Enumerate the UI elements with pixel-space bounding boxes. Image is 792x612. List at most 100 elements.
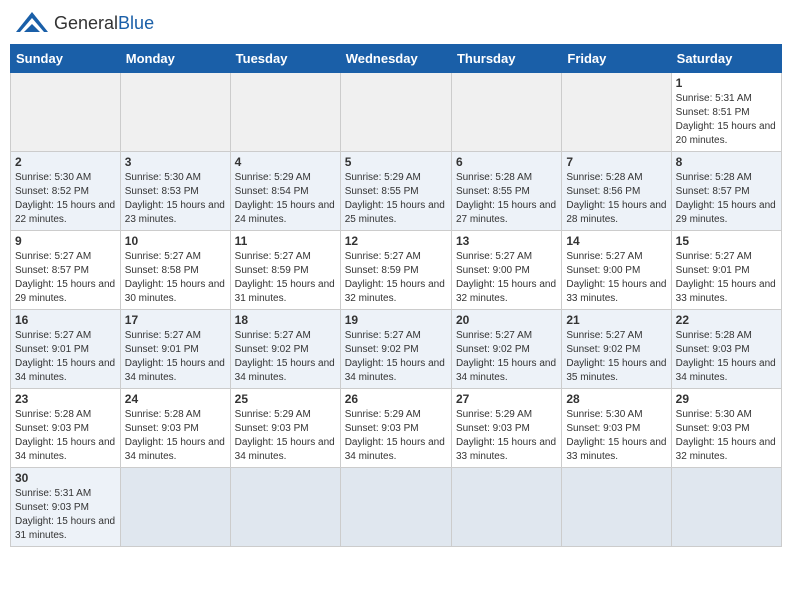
day-info: Sunrise: 5:30 AM Sunset: 9:03 PM Dayligh… <box>676 408 777 464</box>
day-number: 30 <box>15 471 116 485</box>
day-number: 12 <box>345 234 447 248</box>
calendar-cell: 20 Sunrise: 5:27 AM Sunset: 9:02 PM Dayli… <box>451 310 561 389</box>
day-number: 28 <box>566 392 666 406</box>
day-number: 22 <box>676 313 777 327</box>
day-number: 7 <box>566 155 666 169</box>
calendar-cell: 14 Sunrise: 5:27 AM Sunset: 9:00 PM Dayli… <box>562 231 671 310</box>
day-number: 17 <box>125 313 226 327</box>
day-info: Sunrise: 5:28 AM Sunset: 8:55 PM Dayligh… <box>456 171 557 227</box>
calendar-cell: 11 Sunrise: 5:27 AM Sunset: 8:59 PM Dayli… <box>230 231 340 310</box>
day-info: Sunrise: 5:27 AM Sunset: 8:59 PM Dayligh… <box>345 250 447 306</box>
calendar-cell: 8 Sunrise: 5:28 AM Sunset: 8:57 PM Daylig… <box>671 152 781 231</box>
day-info: Sunrise: 5:27 AM Sunset: 8:59 PM Dayligh… <box>235 250 336 306</box>
calendar-cell: 16 Sunrise: 5:27 AM Sunset: 9:01 PM Dayli… <box>11 310 121 389</box>
col-header-thursday: Thursday <box>451 45 561 73</box>
day-number: 9 <box>15 234 116 248</box>
calendar-week-row: 2Sunrise: 5:30 AM Sunset: 8:52 PM Daylig… <box>11 152 782 231</box>
day-info: Sunrise: 5:28 AM Sunset: 8:57 PM Dayligh… <box>676 171 777 227</box>
day-number: 2 <box>15 155 116 169</box>
calendar-cell <box>340 73 451 152</box>
day-number: 14 <box>566 234 666 248</box>
col-header-wednesday: Wednesday <box>340 45 451 73</box>
day-info: Sunrise: 5:27 AM Sunset: 9:01 PM Dayligh… <box>15 329 116 385</box>
day-info: Sunrise: 5:27 AM Sunset: 9:02 PM Dayligh… <box>456 329 557 385</box>
calendar-week-row: 16 Sunrise: 5:27 AM Sunset: 9:01 PM Dayli… <box>11 310 782 389</box>
day-info: Sunrise: 5:27 AM Sunset: 9:02 PM Dayligh… <box>345 329 447 385</box>
day-number: 8 <box>676 155 777 169</box>
calendar-cell: 13Sunrise: 5:27 AM Sunset: 9:00 PM Dayli… <box>451 231 561 310</box>
calendar-cell: 22Sunrise: 5:28 AM Sunset: 9:03 PM Dayli… <box>671 310 781 389</box>
calendar-cell: 2Sunrise: 5:30 AM Sunset: 8:52 PM Daylig… <box>11 152 121 231</box>
calendar-cell: 17 Sunrise: 5:27 AM Sunset: 9:01 PM Dayli… <box>120 310 230 389</box>
day-info: Sunrise: 5:27 AM Sunset: 9:01 PM Dayligh… <box>125 329 226 385</box>
day-number: 10 <box>125 234 226 248</box>
calendar-cell <box>451 73 561 152</box>
calendar-cell: 18 Sunrise: 5:27 AM Sunset: 9:02 PM Dayli… <box>230 310 340 389</box>
calendar-cell: 4Sunrise: 5:29 AM Sunset: 8:54 PM Daylig… <box>230 152 340 231</box>
calendar-cell: 24 Sunrise: 5:28 AM Sunset: 9:03 PM Dayli… <box>120 389 230 468</box>
day-info: Sunrise: 5:27 AM Sunset: 9:00 PM Dayligh… <box>566 250 666 306</box>
day-number: 1 <box>676 76 777 90</box>
calendar-week-row: 23 Sunrise: 5:28 AM Sunset: 9:03 PM Dayli… <box>11 389 782 468</box>
day-number: 29 <box>676 392 777 406</box>
day-number: 16 <box>15 313 116 327</box>
calendar-cell <box>562 468 671 547</box>
day-number: 11 <box>235 234 336 248</box>
calendar-cell: 23 Sunrise: 5:28 AM Sunset: 9:03 PM Dayli… <box>11 389 121 468</box>
logo: GeneralBlue <box>14 10 154 38</box>
calendar-cell: 25Sunrise: 5:29 AM Sunset: 9:03 PM Dayli… <box>230 389 340 468</box>
calendar-cell: 10 Sunrise: 5:27 AM Sunset: 8:58 PM Dayli… <box>120 231 230 310</box>
calendar-week-row: 1 Sunrise: 5:31 AM Sunset: 8:51 PM Daylig… <box>11 73 782 152</box>
day-number: 24 <box>125 392 226 406</box>
calendar-cell <box>340 468 451 547</box>
calendar-cell: 6 Sunrise: 5:28 AM Sunset: 8:55 PM Daylig… <box>451 152 561 231</box>
calendar-cell: 7Sunrise: 5:28 AM Sunset: 8:56 PM Daylig… <box>562 152 671 231</box>
day-info: Sunrise: 5:27 AM Sunset: 8:58 PM Dayligh… <box>125 250 226 306</box>
day-info: Sunrise: 5:31 AM Sunset: 8:51 PM Dayligh… <box>676 92 777 148</box>
day-info: Sunrise: 5:29 AM Sunset: 8:54 PM Dayligh… <box>235 171 336 227</box>
calendar-cell <box>230 468 340 547</box>
day-info: Sunrise: 5:28 AM Sunset: 9:03 PM Dayligh… <box>15 408 116 464</box>
day-number: 18 <box>235 313 336 327</box>
calendar-cell: 1 Sunrise: 5:31 AM Sunset: 8:51 PM Daylig… <box>671 73 781 152</box>
day-info: Sunrise: 5:29 AM Sunset: 9:03 PM Dayligh… <box>345 408 447 464</box>
col-header-tuesday: Tuesday <box>230 45 340 73</box>
logo-text: GeneralBlue <box>54 14 154 34</box>
calendar-cell <box>11 73 121 152</box>
day-number: 13 <box>456 234 557 248</box>
day-info: Sunrise: 5:31 AM Sunset: 9:03 PM Dayligh… <box>15 487 116 543</box>
day-number: 27 <box>456 392 557 406</box>
calendar-cell: 15 Sunrise: 5:27 AM Sunset: 9:01 PM Dayli… <box>671 231 781 310</box>
calendar-week-row: 9 Sunrise: 5:27 AM Sunset: 8:57 PM Daylig… <box>11 231 782 310</box>
calendar-cell: 5 Sunrise: 5:29 AM Sunset: 8:55 PM Daylig… <box>340 152 451 231</box>
day-info: Sunrise: 5:30 AM Sunset: 8:53 PM Dayligh… <box>125 171 226 227</box>
calendar-cell: 30 Sunrise: 5:31 AM Sunset: 9:03 PM Dayli… <box>11 468 121 547</box>
day-info: Sunrise: 5:29 AM Sunset: 9:03 PM Dayligh… <box>456 408 557 464</box>
calendar-header-row: SundayMondayTuesdayWednesdayThursdayFrid… <box>11 45 782 73</box>
day-number: 21 <box>566 313 666 327</box>
day-number: 25 <box>235 392 336 406</box>
calendar-cell <box>671 468 781 547</box>
day-info: Sunrise: 5:29 AM Sunset: 8:55 PM Dayligh… <box>345 171 447 227</box>
day-info: Sunrise: 5:27 AM Sunset: 8:57 PM Dayligh… <box>15 250 116 306</box>
col-header-friday: Friday <box>562 45 671 73</box>
day-number: 6 <box>456 155 557 169</box>
logo-icon <box>14 10 50 38</box>
calendar-cell: 29 Sunrise: 5:30 AM Sunset: 9:03 PM Dayli… <box>671 389 781 468</box>
calendar-cell: 12 Sunrise: 5:27 AM Sunset: 8:59 PM Dayli… <box>340 231 451 310</box>
day-number: 26 <box>345 392 447 406</box>
day-number: 15 <box>676 234 777 248</box>
day-info: Sunrise: 5:27 AM Sunset: 9:01 PM Dayligh… <box>676 250 777 306</box>
day-number: 5 <box>345 155 447 169</box>
day-number: 23 <box>15 392 116 406</box>
day-info: Sunrise: 5:28 AM Sunset: 9:03 PM Dayligh… <box>125 408 226 464</box>
calendar-cell: 21 Sunrise: 5:27 AM Sunset: 9:02 PM Dayli… <box>562 310 671 389</box>
day-number: 20 <box>456 313 557 327</box>
col-header-monday: Monday <box>120 45 230 73</box>
col-header-sunday: Sunday <box>11 45 121 73</box>
calendar-cell <box>562 73 671 152</box>
day-info: Sunrise: 5:27 AM Sunset: 9:02 PM Dayligh… <box>566 329 666 385</box>
day-info: Sunrise: 5:27 AM Sunset: 9:02 PM Dayligh… <box>235 329 336 385</box>
calendar-cell: 3Sunrise: 5:30 AM Sunset: 8:53 PM Daylig… <box>120 152 230 231</box>
calendar-week-row: 30 Sunrise: 5:31 AM Sunset: 9:03 PM Dayli… <box>11 468 782 547</box>
